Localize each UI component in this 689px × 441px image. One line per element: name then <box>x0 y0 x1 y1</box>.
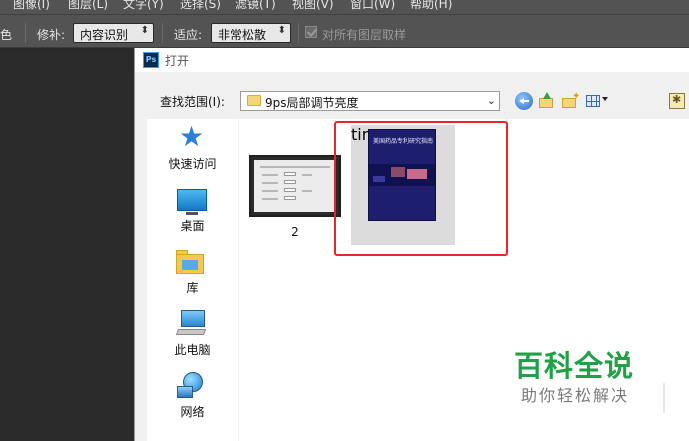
place-label: 此电脑 <box>174 343 211 357</box>
menu-help[interactable]: 帮助(H) <box>410 0 452 12</box>
desktop-icon <box>177 189 207 215</box>
network-icon <box>177 372 207 400</box>
sample-all-layers-checkbox[interactable] <box>305 26 317 38</box>
adapt-label: 适应: <box>174 28 203 42</box>
menu-bar: 图像(I) 图层(L) 文字(Y) 选择(S) 滤镜(T) 视图(V) 窗口(W… <box>0 0 689 14</box>
menu-select[interactable]: 选择(S) <box>180 0 221 12</box>
place-libraries[interactable]: 库 <box>147 243 238 303</box>
menu-type[interactable]: 文字(Y) <box>123 0 164 12</box>
preview-icon[interactable] <box>669 93 685 109</box>
libraries-icon <box>176 250 206 274</box>
patch-mode-value: 内容识别 <box>80 28 129 42</box>
back-icon[interactable] <box>515 92 533 110</box>
place-network[interactable]: 网络 <box>147 367 238 427</box>
watermark-divider <box>663 383 665 413</box>
place-quick-access[interactable]: ★ 快速访问 <box>147 119 238 179</box>
sample-all-layers-label: 对所有图层取样 <box>322 28 407 42</box>
new-folder-icon[interactable]: ✦ <box>561 92 580 110</box>
dialog-title: 打开 <box>165 54 190 68</box>
view-menu-icon[interactable] <box>585 92 611 110</box>
watermark-subtitle: 助你轻松解决 <box>521 386 630 405</box>
watermark-title: 百科全说 <box>514 349 635 383</box>
updown-arrow-icon: ⬍ <box>277 25 286 36</box>
adapt-select[interactable]: 非常松散 ⬍ <box>211 23 291 43</box>
place-this-pc[interactable]: 此电脑 <box>147 305 238 365</box>
options-fragment-text: 色 <box>0 28 13 42</box>
adapt-value: 非常松散 <box>218 28 267 42</box>
selection-highlight-box <box>334 121 508 256</box>
look-in-value: 9ps局部调节亮度 <box>265 96 359 110</box>
menu-layer[interactable]: 图层(L) <box>68 0 108 12</box>
quick-access-icon: ★ <box>179 120 205 153</box>
look-in-label: 查找范围(I): <box>160 95 225 109</box>
photoshop-app-icon: Ps <box>143 52 159 68</box>
file-thumbnail <box>249 155 341 217</box>
patch-mode-select[interactable]: 内容识别 ⬍ <box>73 23 154 43</box>
menu-view[interactable]: 视图(V) <box>292 0 334 12</box>
menu-window[interactable]: 窗口(W) <box>350 0 395 12</box>
options-bar: 色 修补: 内容识别 ⬍ 适应: 非常松散 ⬍ 对所有图层取样 <box>0 14 689 48</box>
options-divider <box>25 23 26 43</box>
options-divider <box>298 23 299 43</box>
folder-icon <box>247 95 261 106</box>
look-in-dropdown[interactable]: 9ps局部调节亮度 ⌄ <box>240 91 500 111</box>
chevron-down-icon: ⌄ <box>486 94 496 107</box>
updown-arrow-icon: ⬍ <box>140 25 149 36</box>
place-label: 桌面 <box>180 219 205 233</box>
screen: 图像(I) 图层(L) 文字(Y) 选择(S) 滤镜(T) 视图(V) 窗口(W… <box>0 0 689 441</box>
options-divider <box>162 23 163 43</box>
place-label: 库 <box>186 281 199 295</box>
this-pc-icon <box>175 310 207 336</box>
menu-image[interactable]: 图像(I) <box>13 0 50 12</box>
up-folder-icon[interactable] <box>537 92 555 110</box>
place-label: 网络 <box>180 405 205 419</box>
place-label: 快速访问 <box>168 157 217 171</box>
patch-label: 修补: <box>37 28 66 42</box>
place-desktop[interactable]: 桌面 <box>147 181 238 241</box>
places-bar: ★ 快速访问 桌面 库 此电脑 网络 <box>147 119 238 441</box>
dialog-title-bar: Ps 打开 <box>135 48 689 72</box>
workspace-canvas-area <box>0 49 134 441</box>
menu-filter[interactable]: 滤镜(T) <box>235 0 276 12</box>
